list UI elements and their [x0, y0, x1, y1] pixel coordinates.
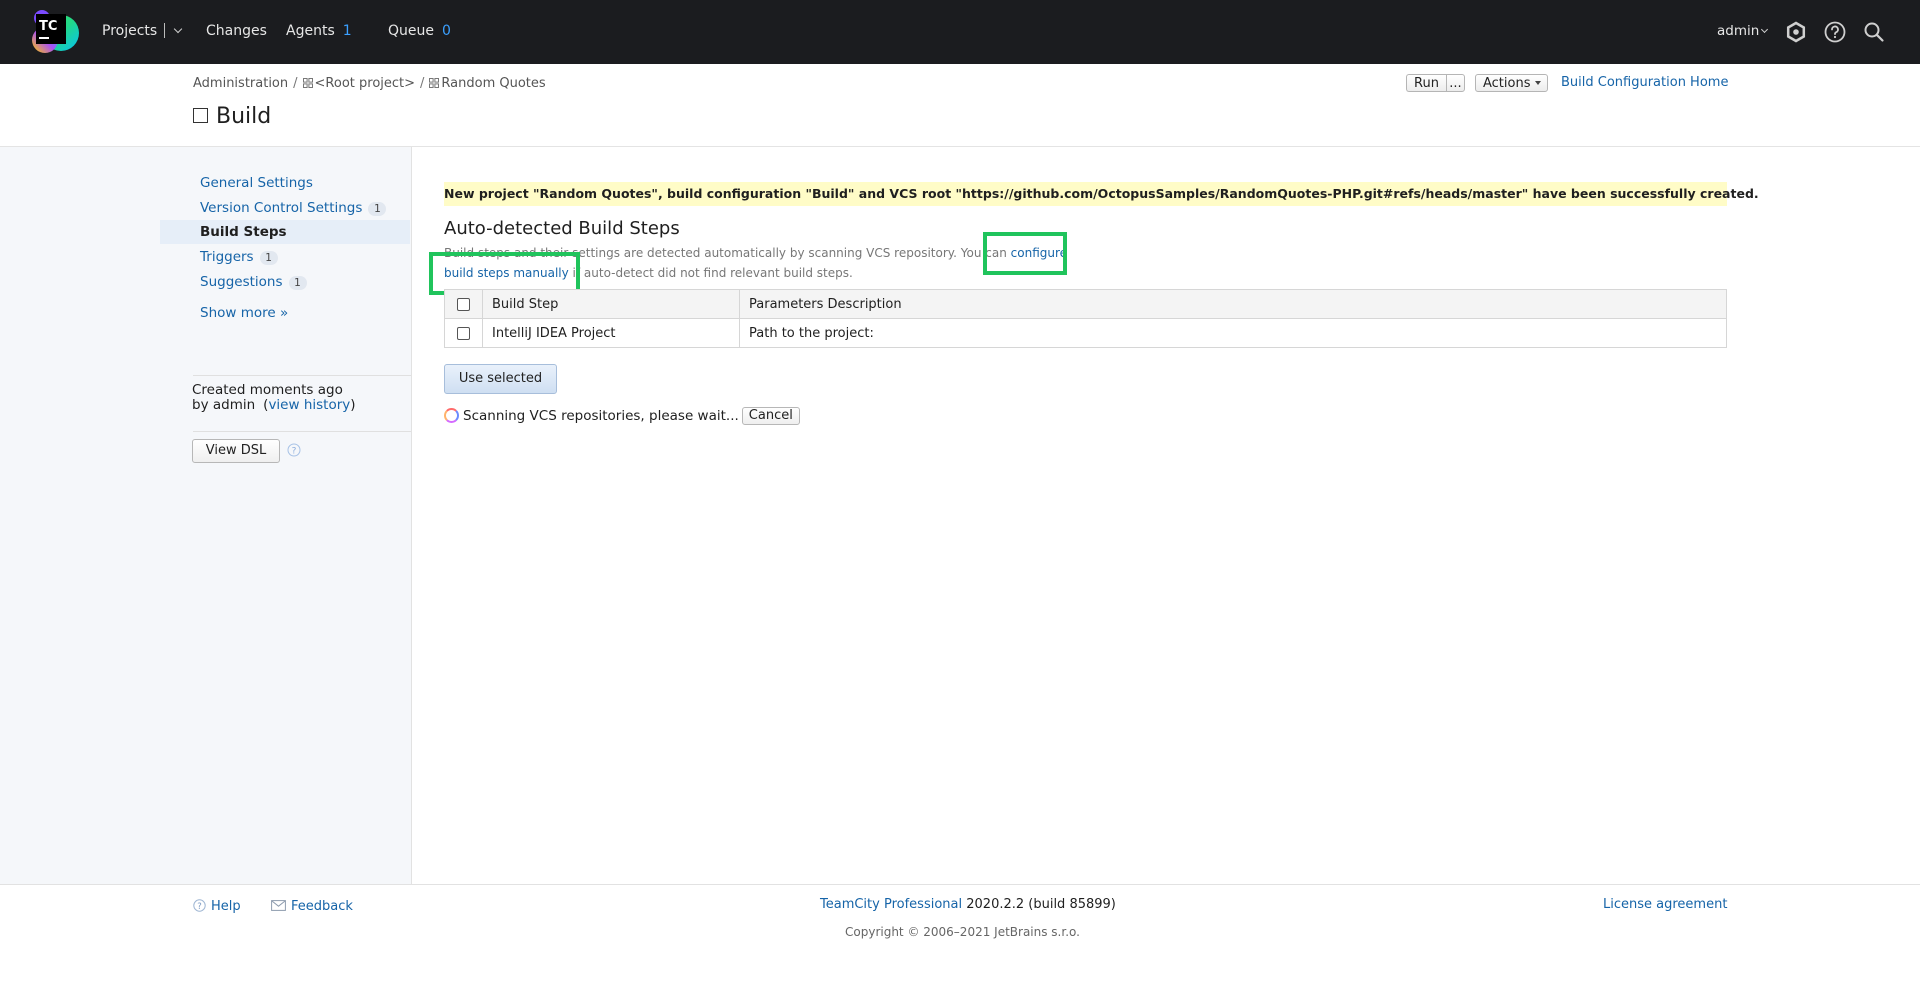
- column-header: Build Step: [482, 289, 740, 319]
- breadcrumb-random-quotes-label: Random Quotes: [441, 76, 546, 91]
- chevron-down-icon: [1761, 25, 1769, 34]
- product-version: TeamCity Professional 2020.2.2 (build 85…: [820, 897, 1116, 912]
- footer-feedback-link[interactable]: Feedback: [271, 897, 353, 914]
- run-button[interactable]: Run: [1406, 74, 1446, 92]
- page-title-text: Build: [216, 104, 272, 129]
- section-title: Auto-detected Build Steps: [444, 218, 680, 239]
- sidebar-item-build-steps[interactable]: Build Steps: [160, 220, 410, 244]
- user-name: admin: [1717, 23, 1760, 39]
- success-notice: New project "Random Quotes", build confi…: [444, 182, 1759, 206]
- footer-feedback-label: Feedback: [291, 899, 353, 914]
- sidebar-item-version-control-settings[interactable]: Version Control Settings 1: [160, 196, 410, 220]
- envelope-icon: [271, 900, 286, 911]
- project-icon: [302, 78, 313, 88]
- sidebar-item-label: Suggestions: [200, 274, 283, 290]
- show-more-link[interactable]: Show more »: [160, 301, 410, 325]
- build-steps-table: Build Step Parameters Description Intell…: [444, 289, 1727, 348]
- svg-text:?: ?: [197, 902, 202, 912]
- sidebar-item-suggestions[interactable]: Suggestions 1: [160, 270, 410, 294]
- scanning-status: Scanning VCS repositories, please wait..…: [444, 407, 800, 425]
- breadcrumb-random-quotes[interactable]: Random Quotes: [429, 76, 546, 91]
- teamcity-professional-link[interactable]: TeamCity Professional: [820, 897, 962, 912]
- row-checkbox[interactable]: [457, 326, 470, 340]
- breadcrumb-administration[interactable]: Administration: [193, 76, 288, 91]
- table-header-row: Build Step Parameters Description: [444, 289, 1727, 319]
- breadcrumb-separator: /: [293, 76, 298, 91]
- teamcity-logo-icon[interactable]: TC: [29, 6, 81, 58]
- created-by: by admin: [192, 397, 256, 413]
- breadcrumb-root-project[interactable]: <Root project>: [302, 76, 416, 91]
- build-configuration-home-link[interactable]: Build Configuration Home: [1561, 75, 1728, 90]
- footer-help-link[interactable]: ? Help: [193, 897, 241, 914]
- chevron-down-icon[interactable]: [173, 24, 183, 34]
- highlight-box: [983, 232, 1067, 275]
- agents-count: 1: [342, 23, 352, 39]
- description-text-end: if auto-detect did not find relevant bui…: [568, 266, 853, 280]
- view-history-link[interactable]: view history: [268, 397, 350, 413]
- table-row: IntelliJ IDEA Project Path to the projec…: [444, 318, 1727, 348]
- select-all-cell: [444, 289, 483, 319]
- nav-divider: [164, 22, 166, 38]
- sidebar-item-label: Version Control Settings: [200, 200, 363, 216]
- top-navigation-bar: TC Projects Changes Agents 1 Queue 0 admin: [0, 0, 1920, 64]
- row-checkbox-cell: [444, 318, 483, 348]
- cancel-button[interactable]: Cancel: [741, 407, 800, 425]
- build-step-cell: IntelliJ IDEA Project: [482, 318, 740, 348]
- copyright: Copyright © 2006–2021 JetBrains s.r.o.: [845, 925, 1080, 939]
- queue-count: 0: [442, 23, 451, 39]
- build-configuration-icon: [193, 108, 208, 123]
- use-selected-button[interactable]: Use selected: [444, 364, 557, 394]
- nav-changes[interactable]: Changes: [206, 0, 267, 64]
- run-custom-build-button[interactable]: ...: [1446, 74, 1465, 92]
- logo-text: TC: [39, 19, 57, 34]
- nav-projects-label: Projects: [102, 23, 158, 39]
- select-all-checkbox[interactable]: [457, 297, 470, 311]
- count-badge: 1: [288, 276, 307, 290]
- count-badge: 1: [368, 202, 387, 216]
- sidebar-item-label: Triggers: [200, 249, 254, 265]
- sidebar-item-label: Build Steps: [200, 224, 287, 240]
- count-badge: 1: [259, 251, 278, 265]
- actions-label: Actions: [1483, 76, 1531, 91]
- user-menu[interactable]: admin: [1717, 0, 1769, 64]
- version-text: 2020.2.2 (build 85899): [966, 897, 1116, 912]
- sidebar: General Settings Version Control Setting…: [0, 147, 412, 884]
- actions-dropdown[interactable]: Actions: [1475, 74, 1548, 92]
- view-dsl-button[interactable]: View DSL: [192, 439, 280, 463]
- scanning-text: Scanning VCS repositories, please wait..…: [463, 408, 739, 424]
- help-icon[interactable]: [1823, 20, 1847, 44]
- breadcrumb-separator: /: [420, 76, 425, 91]
- parameters-cell: Path to the project:: [739, 318, 1727, 348]
- divider: [193, 431, 411, 432]
- nav-projects[interactable]: Projects: [102, 0, 183, 64]
- column-header: Parameters Description: [739, 289, 1727, 319]
- footer-help-label: Help: [211, 899, 241, 914]
- divider: [193, 375, 411, 376]
- page-header: Administration / <Root project> / Random Quo…: [0, 64, 1920, 147]
- nav-agents-label: Agents: [286, 23, 335, 39]
- sidebar-item-label: General Settings: [200, 175, 313, 191]
- license-agreement-link[interactable]: License agreement: [1603, 897, 1727, 912]
- breadcrumb-root-project-label: <Root project>: [314, 76, 416, 91]
- nav-queue[interactable]: Queue 0: [388, 0, 451, 64]
- project-icon: [429, 78, 440, 88]
- sidebar-item-triggers[interactable]: Triggers 1: [160, 245, 410, 269]
- question-icon[interactable]: ?: [287, 443, 301, 457]
- breadcrumb: Administration / <Root project> / Random Quo…: [193, 76, 546, 91]
- loading-spinner-icon: [444, 407, 459, 423]
- nav-queue-label: Queue: [388, 23, 434, 39]
- page-title: Build: [193, 104, 271, 129]
- caret-down-icon: [1534, 81, 1541, 85]
- footer: ? Help Feedback TeamCity Professional 20…: [0, 884, 1920, 996]
- svg-text:?: ?: [292, 447, 297, 457]
- created-time: Created moments ago: [192, 382, 343, 398]
- nav-agents[interactable]: Agents 1: [286, 0, 352, 64]
- administration-gear-icon[interactable]: [1784, 20, 1808, 44]
- search-icon[interactable]: [1862, 20, 1886, 44]
- sidebar-item-general-settings[interactable]: General Settings: [160, 171, 410, 195]
- created-info: Created moments ago by admin (view histor…: [192, 382, 356, 413]
- help-icon: ?: [193, 899, 206, 912]
